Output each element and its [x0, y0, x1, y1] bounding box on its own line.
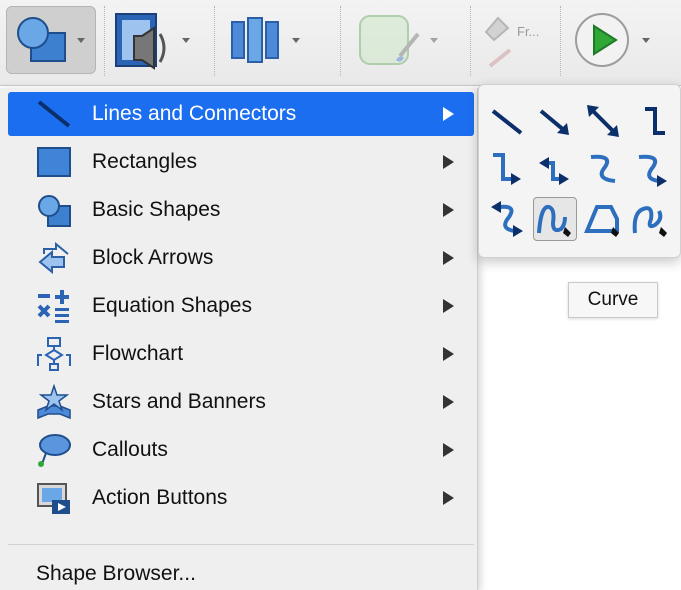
toolbar-divider [340, 6, 341, 76]
menu-item-block-arrows[interactable]: Block Arrows [8, 236, 474, 280]
chevron-down-icon [182, 37, 190, 43]
menu-item-action-buttons[interactable]: Action Buttons [8, 476, 474, 520]
tooltip: Curve [568, 282, 658, 318]
elbow-double-arrow-connector-icon[interactable] [533, 147, 577, 191]
submenu-arrow-icon [443, 203, 454, 217]
curved-arrow-connector-icon[interactable] [629, 147, 673, 191]
chevron-down-icon [77, 37, 85, 43]
format-painter-icon [484, 16, 512, 68]
columns-button[interactable] [228, 6, 300, 74]
submenu-arrow-icon [443, 107, 454, 121]
chevron-down-icon [292, 37, 300, 43]
menu-item-label: Stars and Banners [92, 390, 266, 413]
menu-item-label: Action Buttons [92, 486, 228, 509]
media-icon [115, 13, 166, 70]
play-icon [575, 13, 629, 67]
line-shape-icon[interactable] [485, 99, 529, 143]
format-label: Fr... [517, 24, 540, 39]
menu-item-equation-shapes[interactable]: Equation Shapes [8, 284, 474, 328]
menu-item-flowchart[interactable]: Flowchart [8, 332, 474, 376]
shapes-button[interactable] [6, 6, 96, 74]
lines-connectors-palette [478, 84, 681, 258]
line-icon [36, 96, 72, 132]
arrow-shape-icon[interactable] [533, 99, 577, 143]
submenu-arrow-icon [443, 299, 454, 313]
format-painter-button[interactable] [480, 6, 520, 74]
shapes-menu: Lines and Connectors Rectangles Basic Sh… [0, 88, 478, 590]
equation-shapes-icon [36, 288, 72, 324]
flowchart-icon [36, 336, 72, 372]
menu-item-label: Equation Shapes [92, 294, 252, 317]
menu-divider [8, 544, 474, 545]
chevron-down-icon [642, 37, 650, 43]
menu-item-label: Callouts [92, 438, 168, 461]
star-icon [36, 384, 72, 420]
chevron-down-icon [430, 37, 438, 43]
submenu-arrow-icon [443, 155, 454, 169]
menu-item-callouts[interactable]: Callouts [8, 428, 474, 472]
curved-double-arrow-connector-icon[interactable] [485, 197, 529, 241]
media-button[interactable] [112, 6, 190, 74]
fill-color-icon [359, 15, 420, 65]
toolbar-divider [214, 6, 215, 76]
menu-item-lines-and-connectors[interactable]: Lines and Connectors [8, 92, 474, 136]
toolbar-divider [470, 6, 471, 76]
submenu-arrow-icon [443, 491, 454, 505]
menu-item-rectangles[interactable]: Rectangles [8, 140, 474, 184]
play-button[interactable] [572, 6, 650, 74]
menu-item-label: Rectangles [92, 150, 198, 173]
menu-item-label: Lines and Connectors [92, 102, 297, 125]
submenu-arrow-icon [443, 251, 454, 265]
menu-item-label: Basic Shapes [92, 198, 221, 221]
toolbar-divider [104, 6, 105, 76]
block-arrows-icon [36, 240, 72, 276]
columns-icon [231, 17, 279, 63]
menu-item-label: Flowchart [92, 342, 184, 365]
menu-item-label: Block Arrows [92, 246, 214, 269]
menu-item-basic-shapes[interactable]: Basic Shapes [8, 188, 474, 232]
basic-shapes-icon [36, 192, 72, 228]
submenu-arrow-icon [443, 443, 454, 457]
menu-item-stars-and-banners[interactable]: Stars and Banners [8, 380, 474, 424]
submenu-arrow-icon [443, 347, 454, 361]
callout-icon [36, 432, 72, 468]
submenu-arrow-icon [443, 395, 454, 409]
elbow-connector-icon[interactable] [629, 99, 673, 143]
curve-icon[interactable] [533, 197, 577, 241]
rectangle-icon [36, 144, 72, 180]
freeform-icon[interactable] [581, 197, 625, 241]
double-arrow-shape-icon[interactable] [581, 99, 625, 143]
toolbar-divider [560, 6, 561, 76]
curved-connector-icon[interactable] [581, 147, 625, 191]
shapes-icon [17, 17, 66, 62]
elbow-arrow-connector-icon[interactable] [485, 147, 529, 191]
shape-browser-item[interactable]: Shape Browser... [36, 562, 196, 586]
toolbar: Fr... [0, 0, 681, 86]
scribble-icon[interactable] [629, 197, 673, 241]
action-button-icon [36, 480, 72, 516]
fill-color-button[interactable] [356, 6, 438, 74]
